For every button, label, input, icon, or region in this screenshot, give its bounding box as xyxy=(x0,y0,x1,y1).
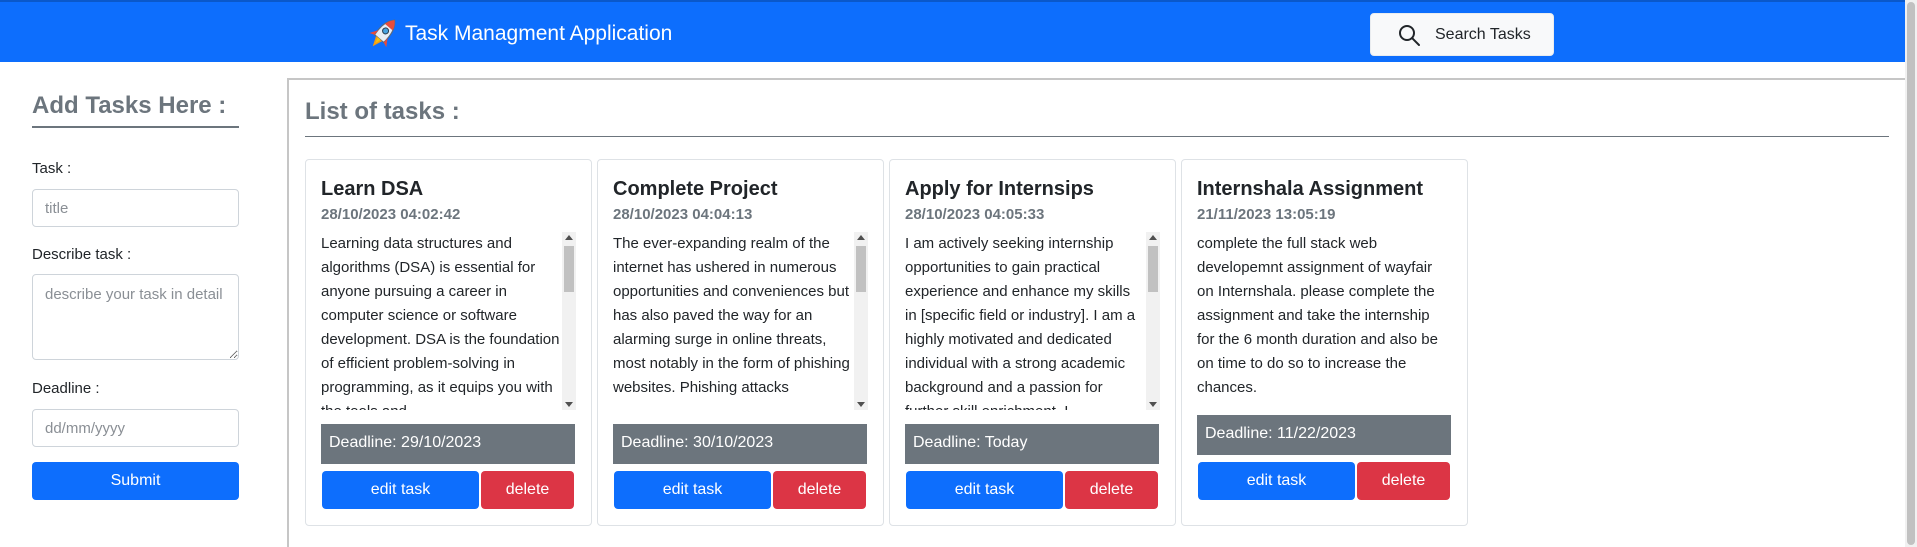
scroll-thumb[interactable] xyxy=(856,246,866,292)
edit-task-button[interactable]: edit task xyxy=(614,471,771,509)
task-card: Apply for Internsips 28/10/2023 04:05:33… xyxy=(889,159,1176,526)
add-task-form: Add Tasks Here : Task : Describe task : … xyxy=(32,92,239,500)
scroll-down-icon[interactable] xyxy=(857,402,865,407)
edit-task-button[interactable]: edit task xyxy=(906,471,1063,509)
task-title: Learn DSA xyxy=(321,178,424,200)
app-title: Task Managment Application xyxy=(405,22,673,45)
task-label: Task : xyxy=(32,160,72,177)
task-date: 28/10/2023 04:02:42 xyxy=(321,206,461,223)
scroll-up-icon[interactable] xyxy=(1149,235,1157,240)
delete-task-button[interactable]: delete xyxy=(1065,471,1158,509)
task-actions: edit task delete xyxy=(614,471,866,509)
task-title: Apply for Internsips xyxy=(905,178,1094,200)
scroll-up-icon[interactable] xyxy=(565,235,573,240)
task-description: complete the full stack web developemnt … xyxy=(1197,235,1438,396)
delete-task-button[interactable]: delete xyxy=(1357,462,1450,500)
delete-task-button[interactable]: delete xyxy=(773,471,866,509)
scroll-up-icon[interactable] xyxy=(857,235,865,240)
describe-task-label: Describe task : xyxy=(32,246,132,263)
scroll-thumb[interactable] xyxy=(564,246,574,292)
task-deadline: Deadline: Today xyxy=(905,424,1159,464)
deadline-label: Deadline : xyxy=(32,380,100,397)
task-date: 21/11/2023 13:05:19 xyxy=(1197,206,1336,223)
task-card: Internshala Assignment 21/11/2023 13:05:… xyxy=(1181,159,1468,526)
scroll-down-icon[interactable] xyxy=(565,402,573,407)
search-tasks-button[interactable]: Search Tasks xyxy=(1370,13,1554,56)
brand[interactable]: Task Managment Application xyxy=(365,14,672,54)
task-list-panel: List of tasks : Learn DSA 28/10/2023 04:… xyxy=(287,78,1905,547)
submit-button[interactable]: Submit xyxy=(32,462,239,500)
task-description-textarea[interactable] xyxy=(32,274,239,360)
scroll-down-icon[interactable] xyxy=(1149,402,1157,407)
task-date: 28/10/2023 04:05:33 xyxy=(905,206,1045,223)
task-title: Complete Project xyxy=(613,178,778,200)
navbar: Task Managment Application Search Tasks xyxy=(0,0,1905,62)
task-deadline: Deadline: 29/10/2023 xyxy=(321,424,575,464)
search-icon xyxy=(1399,24,1420,46)
task-actions: edit task delete xyxy=(322,471,574,509)
edit-task-button[interactable]: edit task xyxy=(1198,462,1355,500)
page-scrollbar[interactable] xyxy=(1905,0,1917,547)
form-title: Add Tasks Here : xyxy=(32,92,239,128)
task-title-input[interactable] xyxy=(32,189,239,227)
task-deadline: Deadline: 11/22/2023 xyxy=(1197,415,1451,455)
task-description: Learning data structures and algorithms … xyxy=(321,235,560,410)
description-scrollbar[interactable] xyxy=(562,232,576,410)
page-scroll-thumb[interactable] xyxy=(1907,2,1915,545)
task-actions: edit task delete xyxy=(1198,462,1450,500)
delete-task-button[interactable]: delete xyxy=(481,471,574,509)
task-description: The ever-expanding realm of the internet… xyxy=(613,235,850,396)
scroll-thumb[interactable] xyxy=(1148,246,1158,292)
task-card: Learn DSA 28/10/2023 04:02:42 Learning d… xyxy=(305,159,592,526)
rocket-icon xyxy=(369,19,396,48)
description-scrollbar[interactable] xyxy=(854,232,868,410)
task-title: Internshala Assignment xyxy=(1197,178,1423,200)
task-cards: Learn DSA 28/10/2023 04:02:42 Learning d… xyxy=(305,159,1468,526)
task-date: 28/10/2023 04:04:13 xyxy=(613,206,753,223)
task-actions: edit task delete xyxy=(906,471,1158,509)
search-tasks-label: Search Tasks xyxy=(1435,25,1531,43)
deadline-input[interactable] xyxy=(32,409,239,447)
description-scrollbar[interactable] xyxy=(1146,232,1160,410)
task-description: I am actively seeking internship opportu… xyxy=(905,235,1136,410)
task-card: Complete Project 28/10/2023 04:04:13 The… xyxy=(597,159,884,526)
edit-task-button[interactable]: edit task xyxy=(322,471,479,509)
task-deadline: Deadline: 30/10/2023 xyxy=(613,424,867,464)
list-title: List of tasks : xyxy=(305,98,1889,137)
